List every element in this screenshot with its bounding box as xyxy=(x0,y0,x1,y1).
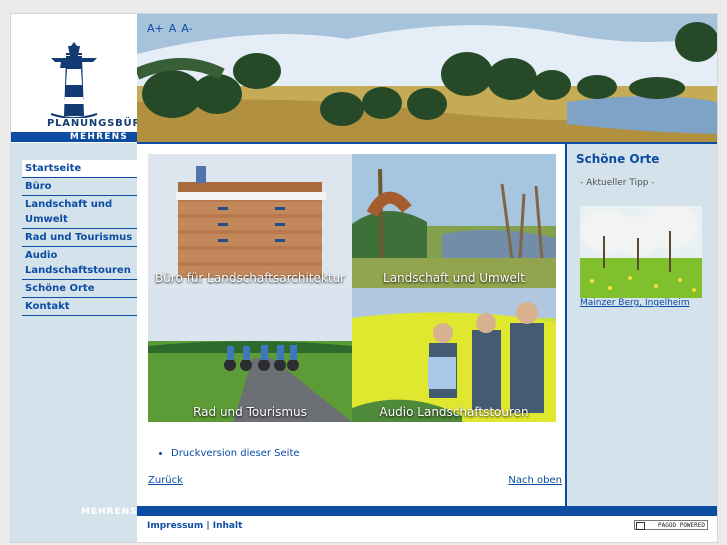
tile-audio[interactable]: Audio Landschaftstouren xyxy=(352,288,556,422)
sidebar-footer-text: MEHRENS xyxy=(81,507,138,517)
right-sidebar: Schöne Orte - Aktueller Tipp - Mainzer B… xyxy=(567,144,717,510)
font-increase[interactable]: A+ xyxy=(147,22,164,35)
font-normal[interactable]: A xyxy=(169,22,177,35)
nav-item-kontakt[interactable]: Kontakt xyxy=(22,298,137,316)
nav-item-rad[interactable]: Rad und Tourismus xyxy=(22,229,137,247)
orchard-image xyxy=(580,206,702,298)
pagod-badge[interactable]: PAGOD POWERED xyxy=(634,520,708,530)
tile-caption: Büro für Landschaftsarchitektur xyxy=(154,271,346,285)
print-link-item[interactable]: Druckversion dieser Seite xyxy=(171,448,300,459)
top-link[interactable]: Nach oben xyxy=(508,475,562,486)
logo-word-bottom: MEHRENS xyxy=(69,132,128,142)
lighthouse-icon xyxy=(50,42,98,119)
audio-tour-image xyxy=(352,288,556,422)
header-banner: A+ A A- xyxy=(137,14,717,144)
print-version-link[interactable]: Druckversion dieser Seite xyxy=(171,448,300,459)
main-nav: Startseite Büro Landschaft und Umwelt Ra… xyxy=(22,160,137,316)
main-content: Büro für Landschaftsarchitektur Landscha… xyxy=(137,144,567,510)
page-frame: PLANUNGSBÜRO MEHRENS Startseite Büro Lan… xyxy=(11,14,717,542)
landscape-image xyxy=(137,14,717,144)
logo-word-top: PLANUNGSBÜRO xyxy=(47,118,151,129)
tile-caption: Rad und Tourismus xyxy=(193,405,307,419)
font-decrease[interactable]: A- xyxy=(181,22,192,35)
nav-item-landschaft[interactable]: Landschaft und Umwelt xyxy=(22,196,137,229)
lake-image xyxy=(352,154,556,288)
nav-item-audio[interactable]: Audio Landschaftstouren xyxy=(22,247,137,280)
nav-item-startseite[interactable]: Startseite xyxy=(22,160,137,178)
back-link[interactable]: Zurück xyxy=(148,475,183,486)
font-size-controls: A+ A A- xyxy=(147,22,198,35)
nav-item-schoene-orte[interactable]: Schöne Orte xyxy=(22,280,137,298)
tile-buero[interactable]: Büro für Landschaftsarchitektur xyxy=(148,154,352,288)
tile-rad[interactable]: Rad und Tourismus xyxy=(148,288,352,422)
cyclists-image xyxy=(148,288,352,422)
office-image xyxy=(148,154,352,288)
orte-caption-link[interactable]: Mainzer Berg, Ingelheim xyxy=(580,298,690,308)
wheelchair-icon xyxy=(636,522,645,530)
logo: PLANUNGSBÜRO MEHRENS xyxy=(11,14,149,143)
tile-caption: Landschaft und Umwelt xyxy=(383,271,525,285)
pagod-badge-text: PAGOD POWERED xyxy=(658,522,705,529)
content-links: Druckversion dieser Seite xyxy=(159,448,300,459)
left-sidebar: PLANUNGSBÜRO MEHRENS Startseite Büro Lan… xyxy=(11,14,149,542)
right-sidebar-title: Schöne Orte xyxy=(576,152,660,166)
right-sidebar-subtitle: - Aktueller Tipp - xyxy=(580,178,655,188)
footer-band xyxy=(137,506,717,516)
footer-links[interactable]: Impressum | Inhalt xyxy=(147,521,242,531)
tile-landschaft[interactable]: Landschaft und Umwelt xyxy=(352,154,556,288)
nav-item-buero[interactable]: Büro xyxy=(22,178,137,196)
tile-caption: Audio Landschaftstouren xyxy=(379,405,529,419)
